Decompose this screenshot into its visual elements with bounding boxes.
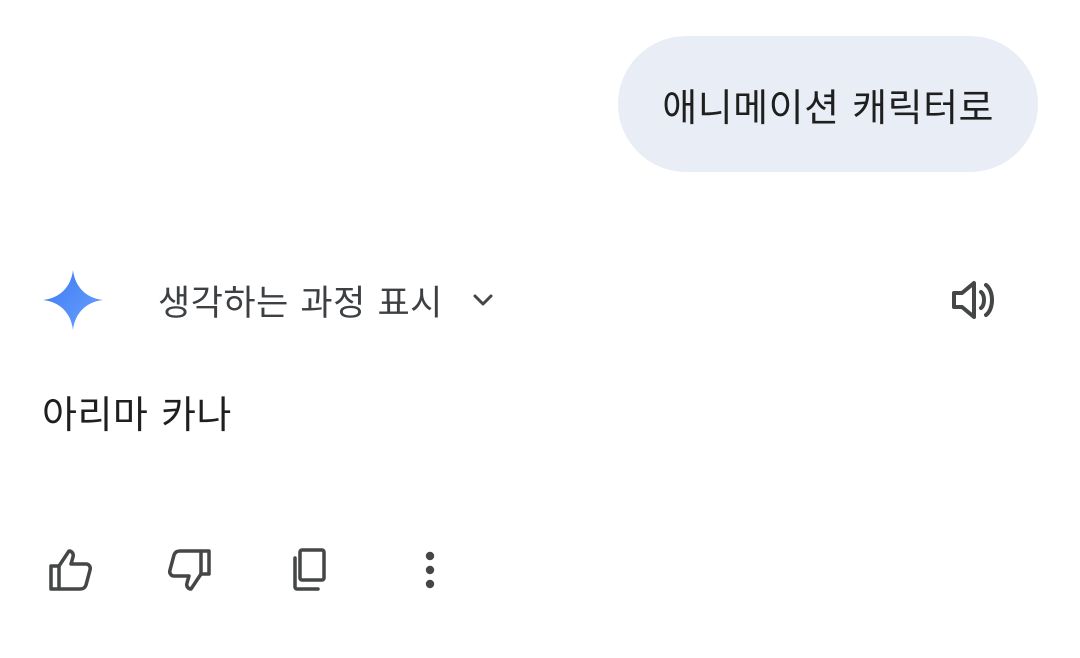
- chevron-down-icon: [467, 284, 499, 316]
- user-message-text: 애니메이션 캐릭터로: [662, 85, 994, 130]
- show-thinking-toggle[interactable]: 생각하는 과정 표시: [158, 275, 499, 326]
- copy-button[interactable]: [282, 544, 338, 600]
- response-text: 아리마 카나: [42, 393, 232, 437]
- thumbs-down-button[interactable]: [162, 544, 218, 600]
- thumbs-up-icon: [45, 545, 95, 599]
- more-vert-icon: [405, 545, 455, 599]
- show-thinking-label: 생각하는 과정 표시: [158, 283, 443, 324]
- response-header: 생각하는 과정 표시: [42, 268, 1002, 332]
- gemini-sparkle-icon: [42, 269, 104, 331]
- response-action-bar: [42, 540, 458, 604]
- user-message-bubble: 애니메이션 캐릭터로: [618, 36, 1038, 172]
- more-options-button[interactable]: [402, 544, 458, 600]
- thumbs-down-icon: [165, 545, 215, 599]
- thumbs-up-button[interactable]: [42, 544, 98, 600]
- speaker-icon[interactable]: [946, 272, 1002, 328]
- copy-icon: [285, 545, 335, 599]
